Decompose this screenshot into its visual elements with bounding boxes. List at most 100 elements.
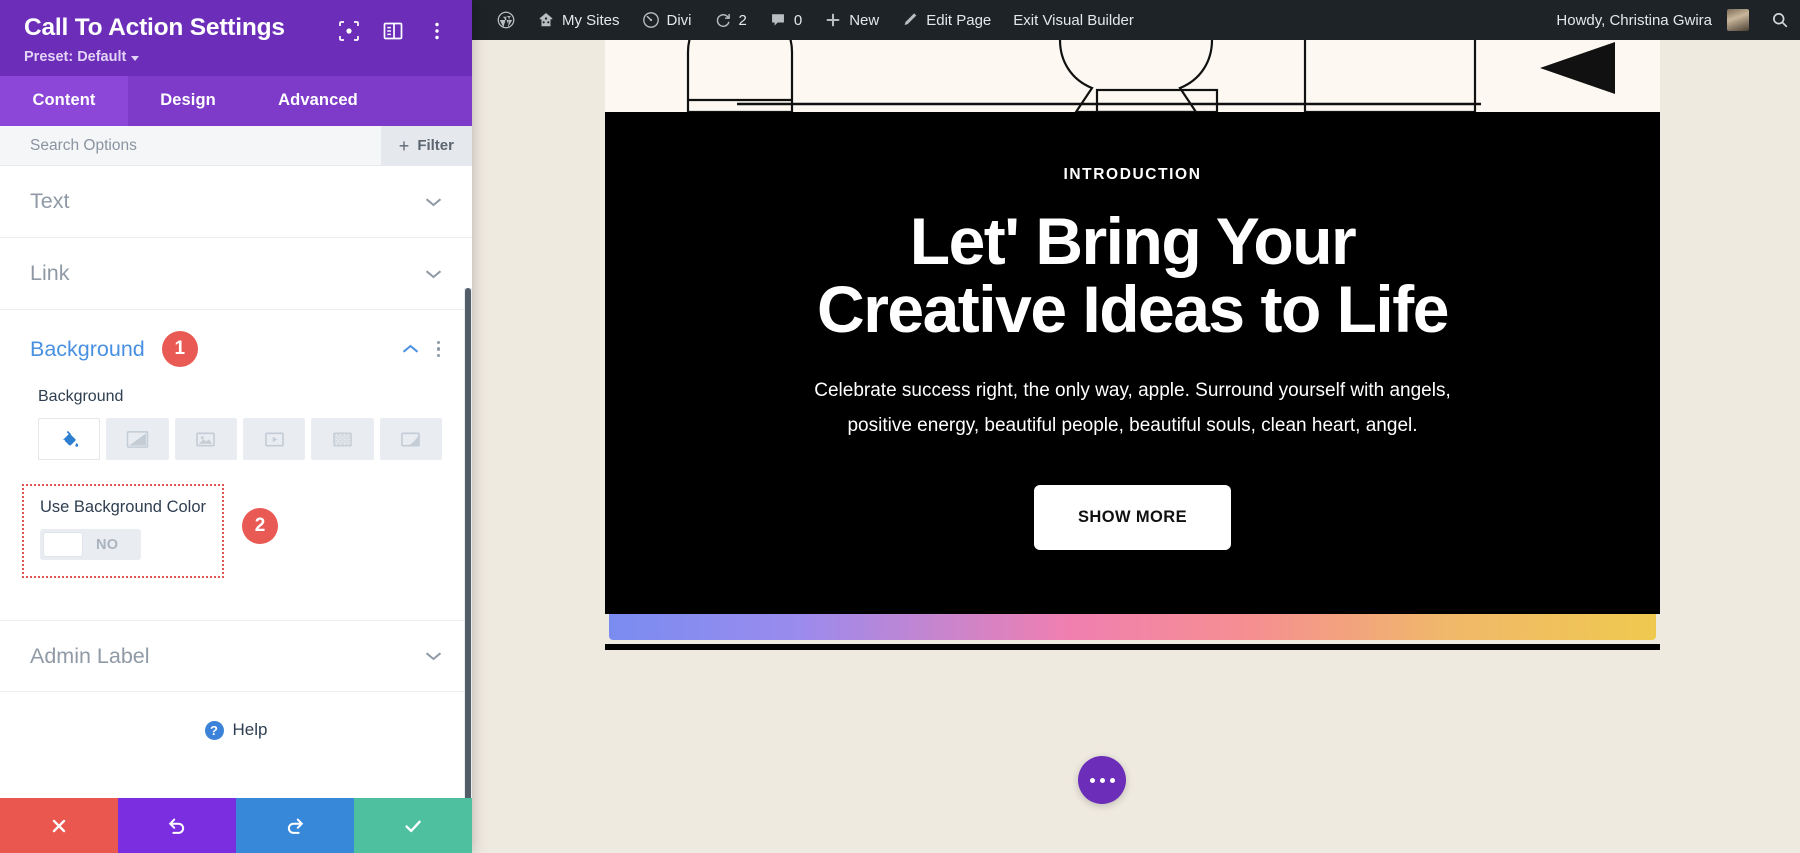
section-admin-label-label: Admin Label bbox=[30, 643, 150, 668]
toggle-state-label: NO bbox=[96, 536, 119, 553]
background-pattern-icon[interactable] bbox=[311, 418, 374, 461]
use-background-color-toggle[interactable]: NO bbox=[40, 529, 141, 561]
more-options-button[interactable] bbox=[1078, 756, 1126, 804]
adminbar-edit-page[interactable]: Edit Page bbox=[890, 0, 1002, 40]
use-background-color-label: Use Background Color bbox=[40, 498, 206, 517]
chevron-down-icon bbox=[425, 652, 442, 661]
panel-tabs: Content Design Advanced bbox=[0, 76, 472, 127]
discard-button[interactable] bbox=[0, 798, 118, 853]
question-mark-icon: ? bbox=[204, 720, 224, 740]
background-mask-icon[interactable] bbox=[379, 418, 442, 461]
adminbar-new-label: New bbox=[849, 11, 880, 29]
adminbar-exit-label: Exit Visual Builder bbox=[1013, 11, 1134, 29]
show-more-button[interactable]: SHOW MORE bbox=[1033, 485, 1231, 551]
background-field-label: Background bbox=[38, 388, 124, 406]
layout-toggle-icon[interactable] bbox=[382, 20, 404, 42]
section-background-label: Background bbox=[30, 336, 145, 361]
adminbar-search[interactable] bbox=[1760, 0, 1800, 40]
adminbar-howdy-label: Howdy, Christina Gwira bbox=[1556, 11, 1712, 29]
panel-body: Text Link Background 1 Background Use Ba… bbox=[0, 166, 472, 798]
ellipsis-icon bbox=[1089, 777, 1095, 783]
module-settings-panel: Call To Action Settings Preset: Default … bbox=[0, 0, 472, 853]
wordpress-logo-icon bbox=[497, 11, 515, 29]
hero-bottom-edge bbox=[605, 644, 1660, 651]
adminbar-divi[interactable]: Divi bbox=[631, 0, 703, 40]
adminbar-account[interactable]: Howdy, Christina Gwira bbox=[1545, 0, 1760, 40]
section-text[interactable]: Text bbox=[0, 166, 472, 239]
preset-label: Preset: Default bbox=[24, 49, 127, 66]
hero-heading[interactable]: Let' Bring Your Creative Ideas to Life bbox=[783, 207, 1483, 344]
tab-advanced[interactable]: Advanced bbox=[248, 76, 388, 126]
undo-button[interactable] bbox=[118, 798, 236, 853]
tab-content[interactable]: Content bbox=[0, 76, 128, 127]
divi-icon bbox=[642, 12, 659, 28]
panel-scrollbar[interactable] bbox=[464, 288, 472, 798]
background-gradient-icon[interactable] bbox=[106, 418, 169, 461]
filter-button-label: Filter bbox=[417, 137, 454, 155]
hero-eyebrow: INTRODUCTION bbox=[1063, 166, 1202, 183]
redo-icon bbox=[287, 818, 304, 834]
step-badge-1: 1 bbox=[161, 331, 198, 368]
hero-paragraph[interactable]: Celebrate success right, the only way, a… bbox=[783, 374, 1483, 443]
plus-icon bbox=[826, 13, 840, 27]
adminbar-new[interactable]: New bbox=[813, 0, 890, 40]
adminbar-wordpress-logo[interactable] bbox=[486, 0, 526, 40]
avatar bbox=[1727, 9, 1749, 31]
search-input[interactable] bbox=[30, 136, 381, 155]
background-image-icon[interactable] bbox=[174, 418, 237, 461]
use-background-color-field: Use Background Color NO 2 bbox=[22, 484, 278, 579]
background-color-icon[interactable] bbox=[38, 418, 101, 461]
adminbar-my-sites-label: My Sites bbox=[562, 11, 620, 29]
search-icon bbox=[1773, 13, 1788, 28]
chevron-down-icon bbox=[425, 270, 442, 278]
section-link-label: Link bbox=[30, 261, 70, 286]
adminbar-comments-count: 0 bbox=[793, 11, 803, 29]
redo-button[interactable] bbox=[236, 798, 354, 853]
divi-visual-builder-screen: Call To Action Settings Preset: Default … bbox=[0, 0, 1800, 853]
chevron-up-icon[interactable] bbox=[402, 344, 419, 354]
hero-gradient-bar bbox=[609, 614, 1656, 641]
adminbar-edit-page-label: Edit Page bbox=[926, 11, 992, 29]
adminbar-comments[interactable]: 0 bbox=[758, 0, 813, 40]
chevron-down-icon bbox=[425, 198, 442, 206]
help-link[interactable]: ? Help bbox=[0, 692, 472, 740]
check-icon bbox=[405, 820, 421, 832]
adminbar-updates-count: 2 bbox=[738, 11, 747, 29]
plus-icon: + bbox=[398, 135, 410, 156]
background-field: Background Use Background Color NO 2 bbox=[0, 388, 472, 579]
kebab-menu-icon[interactable] bbox=[426, 20, 448, 42]
close-icon bbox=[52, 819, 66, 832]
tab-design[interactable]: Design bbox=[128, 76, 248, 126]
preset-selector[interactable]: Preset: Default bbox=[24, 49, 140, 66]
help-label: Help bbox=[232, 720, 268, 740]
adminbar-divi-label: Divi bbox=[666, 11, 692, 29]
adminbar-my-sites[interactable]: My Sites bbox=[526, 0, 631, 40]
hero-button-wrap: SHOW MORE bbox=[605, 443, 1660, 614]
focus-icon[interactable] bbox=[338, 20, 360, 42]
section-background-options-icon[interactable] bbox=[435, 339, 443, 360]
sites-icon bbox=[539, 12, 553, 27]
adminbar-updates[interactable]: 2 bbox=[703, 0, 758, 40]
pencil-icon bbox=[904, 13, 917, 26]
section-text-label: Text bbox=[30, 189, 70, 214]
chevron-down-icon bbox=[131, 55, 140, 61]
background-video-icon[interactable] bbox=[242, 418, 306, 461]
hero-illustration bbox=[605, 40, 1660, 112]
background-type-row bbox=[38, 418, 442, 461]
undo-icon bbox=[168, 818, 185, 834]
section-admin-label[interactable]: Admin Label bbox=[0, 620, 472, 693]
section-link[interactable]: Link bbox=[0, 238, 472, 311]
call-to-action-module[interactable]: INTRODUCTION Let' Bring Your Creative Id… bbox=[605, 40, 1660, 651]
adminbar-exit-visual-builder[interactable]: Exit Visual Builder bbox=[1002, 0, 1145, 40]
panel-header-icons bbox=[338, 14, 448, 42]
wp-admin-bar: My Sites Divi 2 0 New Edit Page Exit Vis… bbox=[472, 0, 1800, 40]
panel-header: Call To Action Settings Preset: Default bbox=[0, 0, 472, 77]
updates-icon bbox=[716, 14, 730, 27]
visual-builder-canvas: My Sites Divi 2 0 New Edit Page Exit Vis… bbox=[472, 0, 1800, 853]
search-bar: + Filter bbox=[0, 125, 472, 167]
comments-icon bbox=[771, 14, 784, 26]
filter-button[interactable]: + Filter bbox=[380, 125, 472, 166]
save-button[interactable] bbox=[354, 798, 472, 853]
panel-footer bbox=[0, 798, 472, 853]
section-background-header[interactable]: Background 1 bbox=[0, 310, 472, 388]
